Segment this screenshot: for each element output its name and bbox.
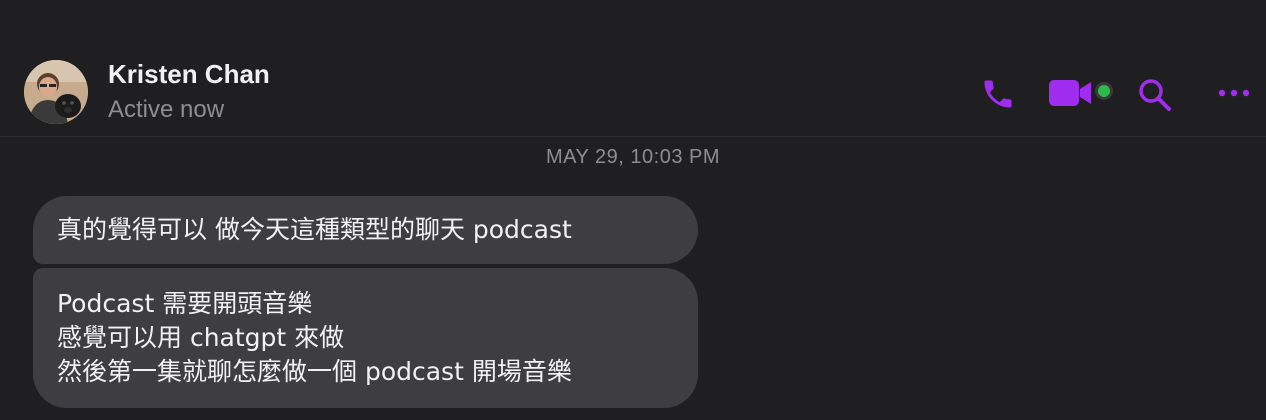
- avatar-photo-icon: [24, 60, 88, 124]
- phone-icon[interactable]: [980, 76, 1016, 112]
- chat-header: Kristen Chan Active now: [0, 40, 1266, 137]
- video-camera-icon[interactable]: [1048, 78, 1092, 108]
- message-text-line: 然後第一集就聊怎麼做一個 podcast 開場音樂: [57, 357, 572, 386]
- search-icon[interactable]: [1136, 76, 1172, 112]
- chat-window: Kristen Chan Active now MAY 29, 10:03 PM…: [0, 0, 1266, 420]
- message-text: 真的覺得可以 做今天這種類型的聊天 podcast: [57, 215, 572, 244]
- more-options-icon[interactable]: [1216, 80, 1252, 106]
- message-text-line: 感覺可以用 chatgpt 來做: [57, 323, 345, 352]
- message-bubble[interactable]: 真的覺得可以 做今天這種類型的聊天 podcast: [33, 196, 698, 264]
- message-bubble[interactable]: Podcast 需要開頭音樂 感覺可以用 chatgpt 來做 然後第一集就聊怎…: [33, 268, 698, 408]
- message-text-line: Podcast 需要開頭音樂: [57, 289, 313, 318]
- contact-status: Active now: [108, 96, 225, 123]
- avatar[interactable]: [24, 60, 88, 124]
- message-timestamp: MAY 29, 10:03 PM: [545, 146, 720, 168]
- contact-name[interactable]: Kristen Chan: [108, 59, 270, 90]
- online-status-indicator: [1095, 82, 1113, 100]
